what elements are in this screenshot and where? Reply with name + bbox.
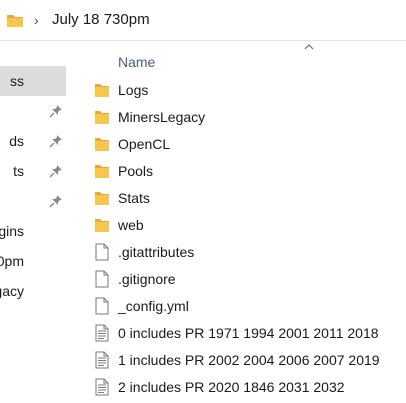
file-name: web: [118, 217, 144, 233]
file-name: OpenCL: [118, 136, 171, 152]
file-name: Logs: [118, 82, 149, 98]
list-item[interactable]: .gitattributes: [66, 239, 406, 266]
folder-icon: [95, 111, 109, 124]
list-item[interactable]: MinersLegacy: [66, 104, 406, 131]
nav-item[interactable]: gacy: [0, 276, 66, 306]
list-item[interactable]: .gitignore: [66, 266, 406, 293]
folder-icon: [95, 84, 109, 97]
file-name: Pools: [118, 163, 154, 179]
file-name: Stats: [118, 190, 150, 206]
text-file-icon: [95, 324, 109, 342]
list-item[interactable]: 0 includes PR 1971 1994 2001 2011 2018: [66, 320, 406, 347]
pin-icon: [49, 135, 62, 148]
nav-item[interactable]: gins: [0, 216, 66, 246]
list-item[interactable]: 1 includes PR 2002 2004 2006 2007 2019: [66, 347, 406, 374]
nav-item[interactable]: [0, 186, 66, 216]
breadcrumb-current-folder[interactable]: July 18 730pm: [52, 10, 150, 30]
navigation-pane: ss ds ts gins 0pm gacy: [0, 41, 66, 403]
list-item[interactable]: Stats: [66, 185, 406, 212]
pin-icon: [49, 165, 62, 178]
nav-item[interactable]: [0, 96, 66, 126]
list-item[interactable]: 2 includes PR 2020 1846 2031 2032: [66, 374, 406, 401]
nav-item[interactable]: ds: [0, 126, 66, 156]
text-file-icon: [95, 378, 109, 396]
column-header[interactable]: Name: [66, 41, 406, 81]
nav-item[interactable]: ts: [0, 156, 66, 186]
list-item[interactable]: web: [66, 212, 406, 239]
folder-icon: [95, 219, 109, 232]
file-name: MinersLegacy: [118, 109, 206, 125]
folder-icon: [95, 138, 109, 151]
file-name: _config.yml: [118, 298, 189, 314]
list-item[interactable]: Logs: [66, 77, 406, 104]
chevron-up-icon: [304, 44, 314, 50]
file-name: 1 includes PR 2002 2004 2006 2007 2019: [118, 352, 380, 368]
blank-file-icon: [95, 297, 109, 315]
list-item[interactable]: OpenCL: [66, 131, 406, 158]
folder-icon: [95, 165, 109, 178]
name-column-header[interactable]: Name: [118, 54, 155, 70]
text-file-icon: [95, 351, 109, 369]
folder-icon: [7, 15, 23, 27]
blank-file-icon: [95, 270, 109, 288]
blank-file-icon: [95, 243, 109, 261]
file-list: Logs MinersLegacy OpenCL Pools Stats web…: [66, 77, 406, 403]
list-item[interactable]: _config.yml: [66, 293, 406, 320]
nav-item[interactable]: ss: [0, 66, 66, 96]
file-name: .gitignore: [118, 271, 176, 287]
breadcrumb-chevron-icon[interactable]: ›: [34, 12, 39, 28]
nav-item[interactable]: 0pm: [0, 246, 66, 276]
file-name: .gitattributes: [118, 244, 195, 260]
pin-icon: [49, 195, 62, 208]
file-name: 0 includes PR 1971 1994 2001 2011 2018: [118, 325, 379, 341]
list-item[interactable]: Pools: [66, 158, 406, 185]
address-bar[interactable]: › July 18 730pm: [0, 0, 406, 41]
file-name: 2 includes PR 2020 1846 2031 2032: [118, 379, 345, 395]
pin-icon: [49, 105, 62, 118]
folder-icon: [95, 192, 109, 205]
